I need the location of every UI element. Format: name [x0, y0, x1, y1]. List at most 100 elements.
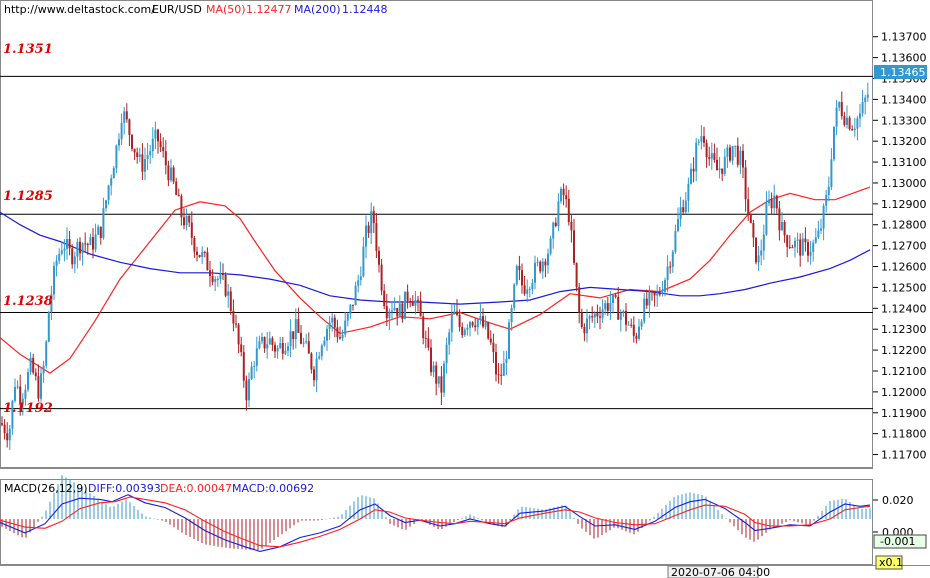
candle-down — [562, 188, 565, 196]
candle-up — [557, 201, 560, 226]
candle-up — [762, 234, 765, 251]
candle-up — [14, 387, 16, 401]
candle-down — [458, 314, 461, 327]
candle-up — [443, 363, 445, 393]
candle-up — [276, 347, 279, 352]
candle-up — [326, 328, 328, 341]
price-tick-label: 1.12300 — [881, 323, 927, 336]
candle-down — [708, 157, 711, 159]
candle-up — [547, 253, 549, 266]
candle-down — [518, 266, 521, 271]
candle-down — [372, 211, 375, 224]
price-tick-label: 1.13100 — [881, 156, 927, 169]
zoom-label: x0.1 — [879, 556, 903, 569]
candle-down — [240, 344, 243, 352]
ma200-label: MA(200) — [294, 3, 341, 16]
candle-up — [393, 308, 396, 311]
candle-up — [248, 379, 250, 401]
candle-up — [16, 386, 19, 388]
candle-down — [487, 322, 490, 339]
candle-up — [700, 136, 703, 142]
candle-down — [461, 326, 464, 335]
price-tick-label: 1.12800 — [881, 219, 927, 232]
candle-down — [396, 308, 399, 317]
candle-down — [482, 316, 484, 327]
candle-up — [315, 358, 318, 381]
candle-down — [606, 303, 609, 311]
candle-down — [232, 310, 235, 324]
candle-up — [508, 322, 510, 359]
candle-up — [118, 139, 120, 146]
candle-down — [580, 312, 583, 327]
price-tick-label: 1.12200 — [881, 344, 927, 357]
candle-down — [136, 152, 139, 157]
candle-up — [448, 332, 451, 345]
candle-up — [757, 255, 760, 263]
candle-down — [71, 248, 74, 265]
candle-down — [310, 353, 313, 370]
candle-down — [770, 199, 773, 209]
candle-up — [107, 185, 110, 201]
candle-up — [586, 318, 588, 334]
candle-up — [679, 207, 682, 220]
candle-up — [45, 341, 48, 366]
candle-down — [630, 324, 633, 326]
candle-down — [614, 295, 617, 297]
candle-down — [749, 213, 752, 223]
candle-up — [201, 252, 204, 257]
price-tick-label: 1.12600 — [881, 261, 927, 274]
candle-down — [573, 230, 575, 263]
candle-down — [37, 376, 40, 399]
candle-up — [359, 276, 362, 281]
candle-down — [716, 159, 718, 171]
candle-down — [183, 217, 185, 226]
price-tick-label: 1.12100 — [881, 365, 927, 378]
candle-up — [846, 117, 848, 125]
candle-up — [370, 211, 373, 234]
candle-down — [203, 252, 206, 253]
candle-up — [622, 310, 625, 313]
candle-up — [528, 288, 531, 290]
candle-down — [131, 134, 133, 149]
candle-up — [513, 284, 516, 308]
candle-down — [632, 324, 635, 336]
candle-up — [27, 372, 29, 390]
candle-down — [783, 222, 786, 236]
candle-up — [138, 154, 141, 157]
candle-down — [554, 222, 557, 226]
candle-up — [185, 216, 188, 226]
candle-down — [755, 237, 757, 263]
candle-up — [552, 222, 555, 239]
candle-up — [253, 365, 256, 367]
candle-up — [502, 363, 505, 376]
candle-up — [151, 138, 154, 152]
candle-up — [318, 356, 321, 359]
candle-up — [42, 365, 45, 374]
price-tick-label: 1.13300 — [881, 114, 927, 127]
candle-down — [539, 261, 542, 272]
candle-down — [339, 337, 341, 339]
macd-params: MACD(26,12,9) — [4, 482, 88, 495]
candle-up — [638, 326, 640, 339]
candle-up — [731, 146, 734, 161]
candle-down — [378, 250, 380, 265]
candle-down — [86, 244, 89, 246]
candle-up — [812, 242, 815, 252]
candle-down — [333, 317, 336, 328]
candle-up — [476, 319, 479, 328]
candle-down — [419, 300, 422, 317]
candle-down — [167, 165, 170, 181]
candle-up — [214, 279, 217, 282]
candle-down — [591, 316, 594, 318]
candle-up — [588, 316, 591, 319]
macd-diff: DIFF:0.00393 — [88, 482, 161, 495]
level-label-4: 1.1192 — [3, 401, 53, 416]
chart-canvas[interactable]: 1.137001.136001.135001.134001.133001.132… — [0, 0, 930, 578]
price-tick-label: 1.12400 — [881, 302, 927, 315]
candle-down — [128, 119, 131, 135]
candle-down — [175, 181, 178, 195]
candle-down — [6, 433, 9, 441]
candle-down — [788, 246, 791, 248]
candle-down — [682, 207, 685, 213]
candle-down — [222, 273, 224, 275]
